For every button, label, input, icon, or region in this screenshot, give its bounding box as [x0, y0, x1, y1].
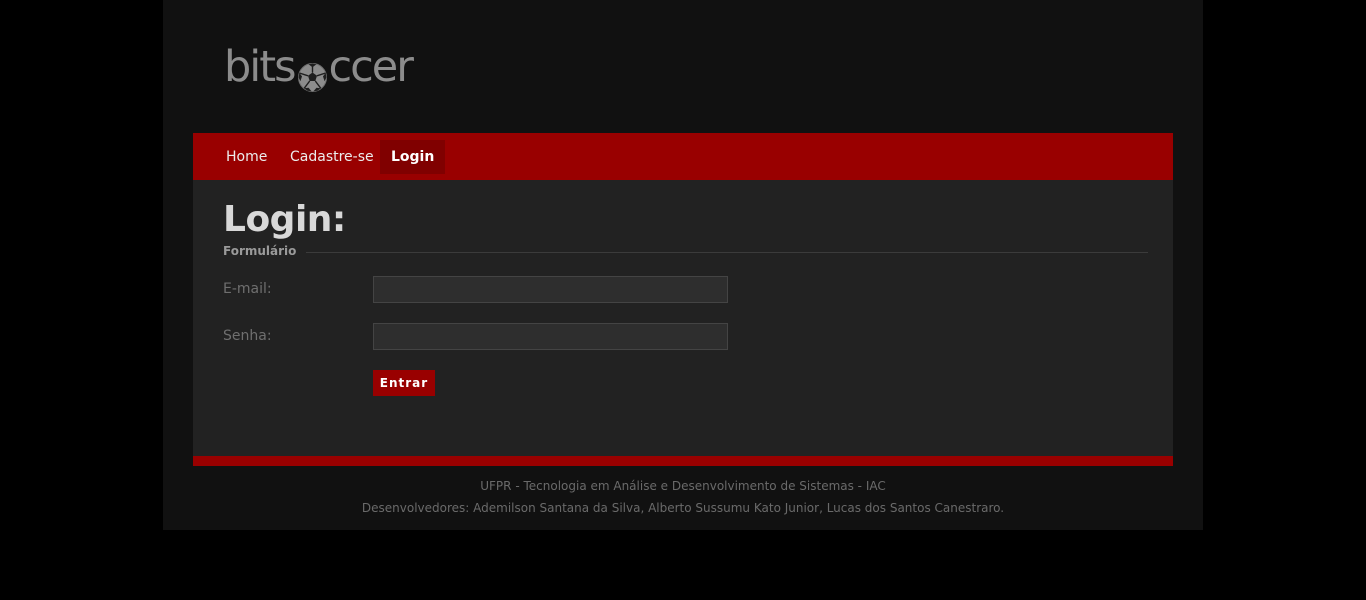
nav-item-cadastre-se[interactable]: Cadastre-se [290, 140, 374, 174]
main-navbar: Home Cadastre-se Login [193, 133, 1173, 180]
nav-item-home[interactable]: Home [226, 140, 267, 174]
form-legend: Formulário [223, 242, 1148, 262]
password-label: Senha: [223, 328, 272, 344]
footer-developers: Desenvolvedores: Ademilson Santana da Si… [361, 501, 1005, 515]
page-container: bits ccer Home Cadastre-se Login Login: … [163, 0, 1203, 530]
page-title: Login: [223, 199, 346, 240]
soccer-ball-icon [297, 54, 328, 92]
nav-item-login[interactable]: Login [380, 140, 446, 174]
password-field[interactable] [373, 323, 728, 350]
login-panel: Login: Formulário E-mail: Senha: Entrar [193, 180, 1173, 456]
email-label: E-mail: [223, 281, 272, 297]
legend-divider [223, 252, 1148, 253]
footer-accent-bar [193, 456, 1173, 466]
brand-logo-text-start: bits [224, 42, 297, 92]
email-field[interactable] [373, 276, 728, 303]
brand-logo-text-end: ccer [328, 42, 414, 92]
legend-label: Formulário [223, 244, 307, 258]
brand-logo[interactable]: bits ccer [224, 42, 414, 92]
login-submit-button[interactable]: Entrar [373, 370, 435, 396]
footer-institution: UFPR - Tecnologia em Análise e Desenvolv… [480, 479, 886, 493]
